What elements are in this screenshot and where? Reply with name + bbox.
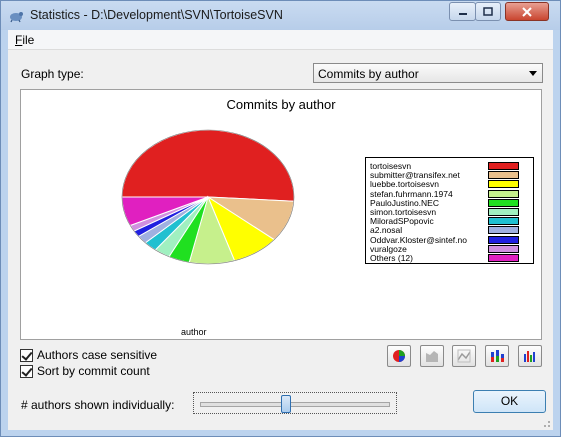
sort-by-commit-count-label: Sort by commit count	[37, 364, 150, 378]
maximize-icon	[483, 6, 493, 16]
chart-x-label: author	[181, 327, 207, 337]
close-icon	[522, 6, 532, 17]
pie-chart-icon	[393, 350, 405, 362]
menu-file-label: ile	[22, 33, 35, 47]
bar-chart-button[interactable]	[518, 345, 542, 367]
graph-type-label: Graph type:	[21, 67, 84, 81]
authors-case-sensitive-checkbox[interactable]	[20, 348, 33, 362]
ok-button[interactable]: OK	[473, 390, 546, 413]
area-chart-icon	[426, 351, 438, 362]
slider-track	[200, 402, 390, 407]
graph-type-value: Commits by author	[318, 67, 419, 81]
area-chart-button[interactable]	[420, 345, 444, 367]
window-title: Statistics - D:\Development\SVN\Tortoise…	[30, 8, 283, 22]
authors-shown-label: # authors shown individually:	[21, 398, 175, 412]
slider-thumb[interactable]	[281, 395, 291, 413]
line-chart-button[interactable]	[452, 345, 476, 367]
sort-by-commit-count-option[interactable]: Sort by commit count	[20, 364, 150, 378]
authors-case-sensitive-label: Authors case sensitive	[37, 348, 158, 362]
legend-swatch	[488, 208, 519, 216]
stacked-bar-chart-icon	[491, 350, 504, 362]
minimize-icon	[458, 12, 467, 15]
legend-entry: Others (12)	[370, 254, 530, 263]
sort-by-commit-count-checkbox[interactable]	[20, 364, 33, 378]
chart-area: Commits by author tortoisesvn submitter@t…	[20, 89, 542, 340]
pie-chart-button[interactable]	[387, 345, 411, 367]
legend-swatch	[488, 198, 519, 207]
line-chart-icon	[457, 349, 471, 363]
title-bar[interactable]: Statistics - D:\Development\SVN\Tortoise…	[1, 1, 560, 30]
legend-swatch	[488, 162, 519, 170]
statistics-window: Statistics - D:\Development\SVN\Tortoise…	[0, 0, 561, 437]
resize-grip-icon[interactable]	[541, 418, 551, 428]
legend-swatch	[488, 180, 519, 189]
stacked-bar-chart-button[interactable]	[485, 345, 509, 367]
authors-shown-slider[interactable]	[193, 392, 397, 414]
maximize-button[interactable]	[475, 2, 501, 21]
chart-legend: tortoisesvn submitter@transifex.net luebbe…	[365, 157, 534, 264]
menu-bar: File	[8, 30, 553, 50]
tortoise-icon	[10, 12, 23, 23]
bar-chart-icon	[524, 351, 535, 362]
legend-label: Others (12)	[370, 253, 413, 263]
minimize-button[interactable]	[449, 2, 476, 21]
graph-type-select[interactable]: Commits by author	[313, 63, 543, 83]
dialog-body: File Graph type: Commits by author Commi…	[8, 30, 553, 430]
legend-swatch	[488, 244, 519, 253]
legend-swatch	[488, 226, 519, 235]
close-button[interactable]	[505, 2, 549, 21]
legend-swatch	[488, 217, 519, 226]
menu-file[interactable]: File	[15, 33, 34, 47]
legend-swatch	[488, 235, 519, 244]
authors-case-sensitive-option[interactable]: Authors case sensitive	[20, 348, 157, 362]
legend-swatch	[488, 254, 519, 262]
chevron-down-icon	[529, 71, 537, 76]
legend-swatch	[488, 189, 519, 198]
legend-swatch	[488, 171, 519, 180]
pie-slice-0	[121, 129, 295, 202]
